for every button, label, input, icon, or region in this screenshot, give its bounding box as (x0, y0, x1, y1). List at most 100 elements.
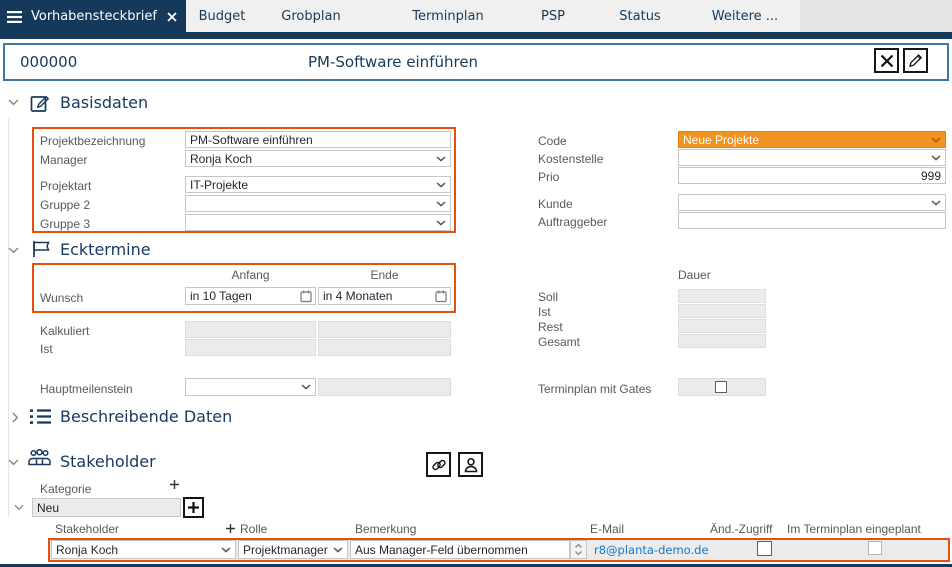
tab-psp[interactable]: PSP (541, 0, 565, 32)
label-kunde: Kunde (538, 197, 573, 211)
row-rolle-select[interactable]: Projektmanager (238, 540, 348, 559)
tab-status[interactable]: Status (619, 0, 660, 32)
label-gruppe-3: Gruppe 3 (40, 217, 90, 231)
row-email-cell[interactable]: r8@planta-demo.de (589, 540, 727, 559)
column-header-ende: Ende (318, 268, 451, 282)
kategorie-row-chevron-down-icon[interactable] (14, 504, 24, 511)
indent-guide-line (8, 118, 9, 516)
label-auftraggeber: Auftraggeber (538, 215, 607, 229)
section-title-beschreibende-daten: Beschreibende Daten (60, 407, 232, 426)
hauptmeilenstein-date-field (318, 378, 451, 396)
bemerkung-expand-spinner[interactable] (570, 540, 587, 559)
label-kalkuliert: Kalkuliert (40, 324, 89, 338)
label-gesamt: Gesamt (538, 335, 580, 349)
chevron-down-icon (931, 155, 941, 161)
gruppe-2-select[interactable] (185, 195, 451, 212)
projektbezeichnung-input[interactable]: PM-Software einführen (185, 131, 451, 148)
calendar-icon[interactable] (300, 290, 312, 303)
table-header-stakeholder: Stakeholder (55, 522, 119, 536)
wunsch-ende-value: in 4 Monaten (323, 289, 392, 303)
label-soll: Soll (538, 290, 558, 304)
edit-button[interactable] (903, 48, 928, 73)
edit-box-icon (30, 92, 51, 113)
add-stakeholder-row-icon[interactable] (225, 523, 236, 534)
kalkuliert-anfang-field (185, 321, 316, 338)
wunsch-ende-date-input[interactable]: in 4 Monaten (318, 287, 451, 305)
link-stakeholder-button[interactable] (426, 452, 451, 477)
row-email-link[interactable]: r8@planta-demo.de (594, 543, 709, 557)
kategorie-neu-field[interactable]: Neu (32, 498, 181, 517)
table-header-aend-zugriff: Änd.-Zugriff (710, 522, 772, 536)
code-select[interactable]: Neue Projekte (678, 131, 946, 148)
label-projektbezeichnung: Projektbezeichnung (40, 134, 145, 148)
wunsch-anfang-date-input[interactable]: in 10 Tagen (185, 287, 316, 305)
label-manager: Manager (40, 153, 87, 167)
manager-select[interactable]: Ronja Koch (185, 150, 451, 167)
tab-budget[interactable]: Budget (199, 0, 246, 32)
label-prio: Prio (538, 170, 559, 184)
tab-grobplan[interactable]: Grobplan (281, 0, 340, 32)
table-header-im-terminplan: Im Terminplan eingeplant (787, 522, 921, 536)
tab-terminplan[interactable]: Terminplan (412, 0, 483, 32)
hauptmeilenstein-select[interactable] (185, 378, 316, 396)
expand-beschreibende-chevron-right-icon[interactable] (12, 412, 19, 423)
projektart-value: IT-Projekte (190, 178, 248, 192)
column-header-anfang: Anfang (185, 268, 316, 282)
ist-ende-field (318, 339, 451, 356)
chevron-down-icon (931, 200, 941, 206)
close-tab-icon[interactable] (167, 12, 177, 22)
kostenstelle-select[interactable] (678, 149, 946, 166)
row-im-terminplan-checkbox[interactable] (868, 541, 882, 555)
menu-hamburger-icon[interactable] (7, 11, 22, 23)
person-icon (463, 457, 479, 473)
pencil-icon (908, 53, 923, 68)
dauer-rest-field (678, 319, 766, 333)
chevron-down-icon (221, 547, 231, 553)
flag-icon (30, 239, 52, 259)
calendar-icon[interactable] (435, 290, 447, 303)
tab-weitere[interactable]: Weitere ... (712, 0, 778, 32)
collapse-basisdaten-chevron-down-icon[interactable] (8, 99, 19, 106)
section-title-ecktermine: Ecktermine (60, 240, 151, 259)
section-title-basisdaten: Basisdaten (60, 93, 148, 112)
chevron-down-icon (333, 547, 343, 553)
auftraggeber-input[interactable] (678, 212, 946, 229)
manager-value: Ronja Koch (190, 152, 252, 166)
ist-anfang-field (185, 339, 316, 356)
delete-button[interactable] (874, 48, 899, 73)
planta-project-profile: Vorhabensteckbrief Budget Grobplan Termi… (0, 0, 952, 567)
add-person-button[interactable] (458, 452, 483, 477)
table-header-email: E-Mail (590, 522, 624, 536)
terminplan-mit-gates-checkbox[interactable] (715, 381, 727, 393)
row-rolle-value: Projektmanager (243, 543, 328, 557)
row-stakeholder-select[interactable]: Ronja Koch (51, 540, 236, 559)
section-title-stakeholder: Stakeholder (60, 452, 156, 471)
gruppe-3-select[interactable] (185, 214, 451, 231)
project-title: PM-Software einführen (308, 53, 478, 71)
label-terminplan-mit-gates: Terminplan mit Gates (538, 382, 651, 396)
row-bemerkung-input[interactable]: Aus Manager-Feld übernommen (350, 540, 570, 559)
people-group-icon (27, 449, 52, 467)
kalkuliert-ende-field (318, 321, 451, 338)
list-icon (30, 408, 52, 425)
row-aend-zugriff-checkbox[interactable] (757, 541, 772, 556)
add-stakeholder-category-button[interactable] (183, 497, 204, 518)
dauer-gesamt-field (678, 334, 766, 348)
active-tab-label: Vorhabensteckbrief (31, 9, 157, 24)
dauer-ist-field (678, 304, 766, 318)
prio-input[interactable]: 999 (678, 167, 946, 184)
label-rest: Rest (538, 320, 563, 334)
chevron-down-icon (436, 201, 446, 207)
code-value: Neue Projekte (683, 133, 759, 147)
link-icon (431, 457, 447, 473)
collapse-stakeholder-chevron-down-icon[interactable] (8, 459, 19, 466)
projektart-select[interactable]: IT-Projekte (185, 176, 451, 193)
label-wunsch: Wunsch (40, 291, 83, 305)
add-kategorie-icon[interactable] (169, 479, 180, 490)
tab-vorhabensteckbrief[interactable]: Vorhabensteckbrief (0, 0, 186, 39)
row-stakeholder-value: Ronja Koch (56, 543, 118, 557)
chevron-down-icon (436, 156, 446, 162)
column-header-dauer: Dauer (678, 268, 711, 282)
kunde-select[interactable] (678, 194, 946, 211)
collapse-ecktermine-chevron-down-icon[interactable] (8, 247, 19, 254)
